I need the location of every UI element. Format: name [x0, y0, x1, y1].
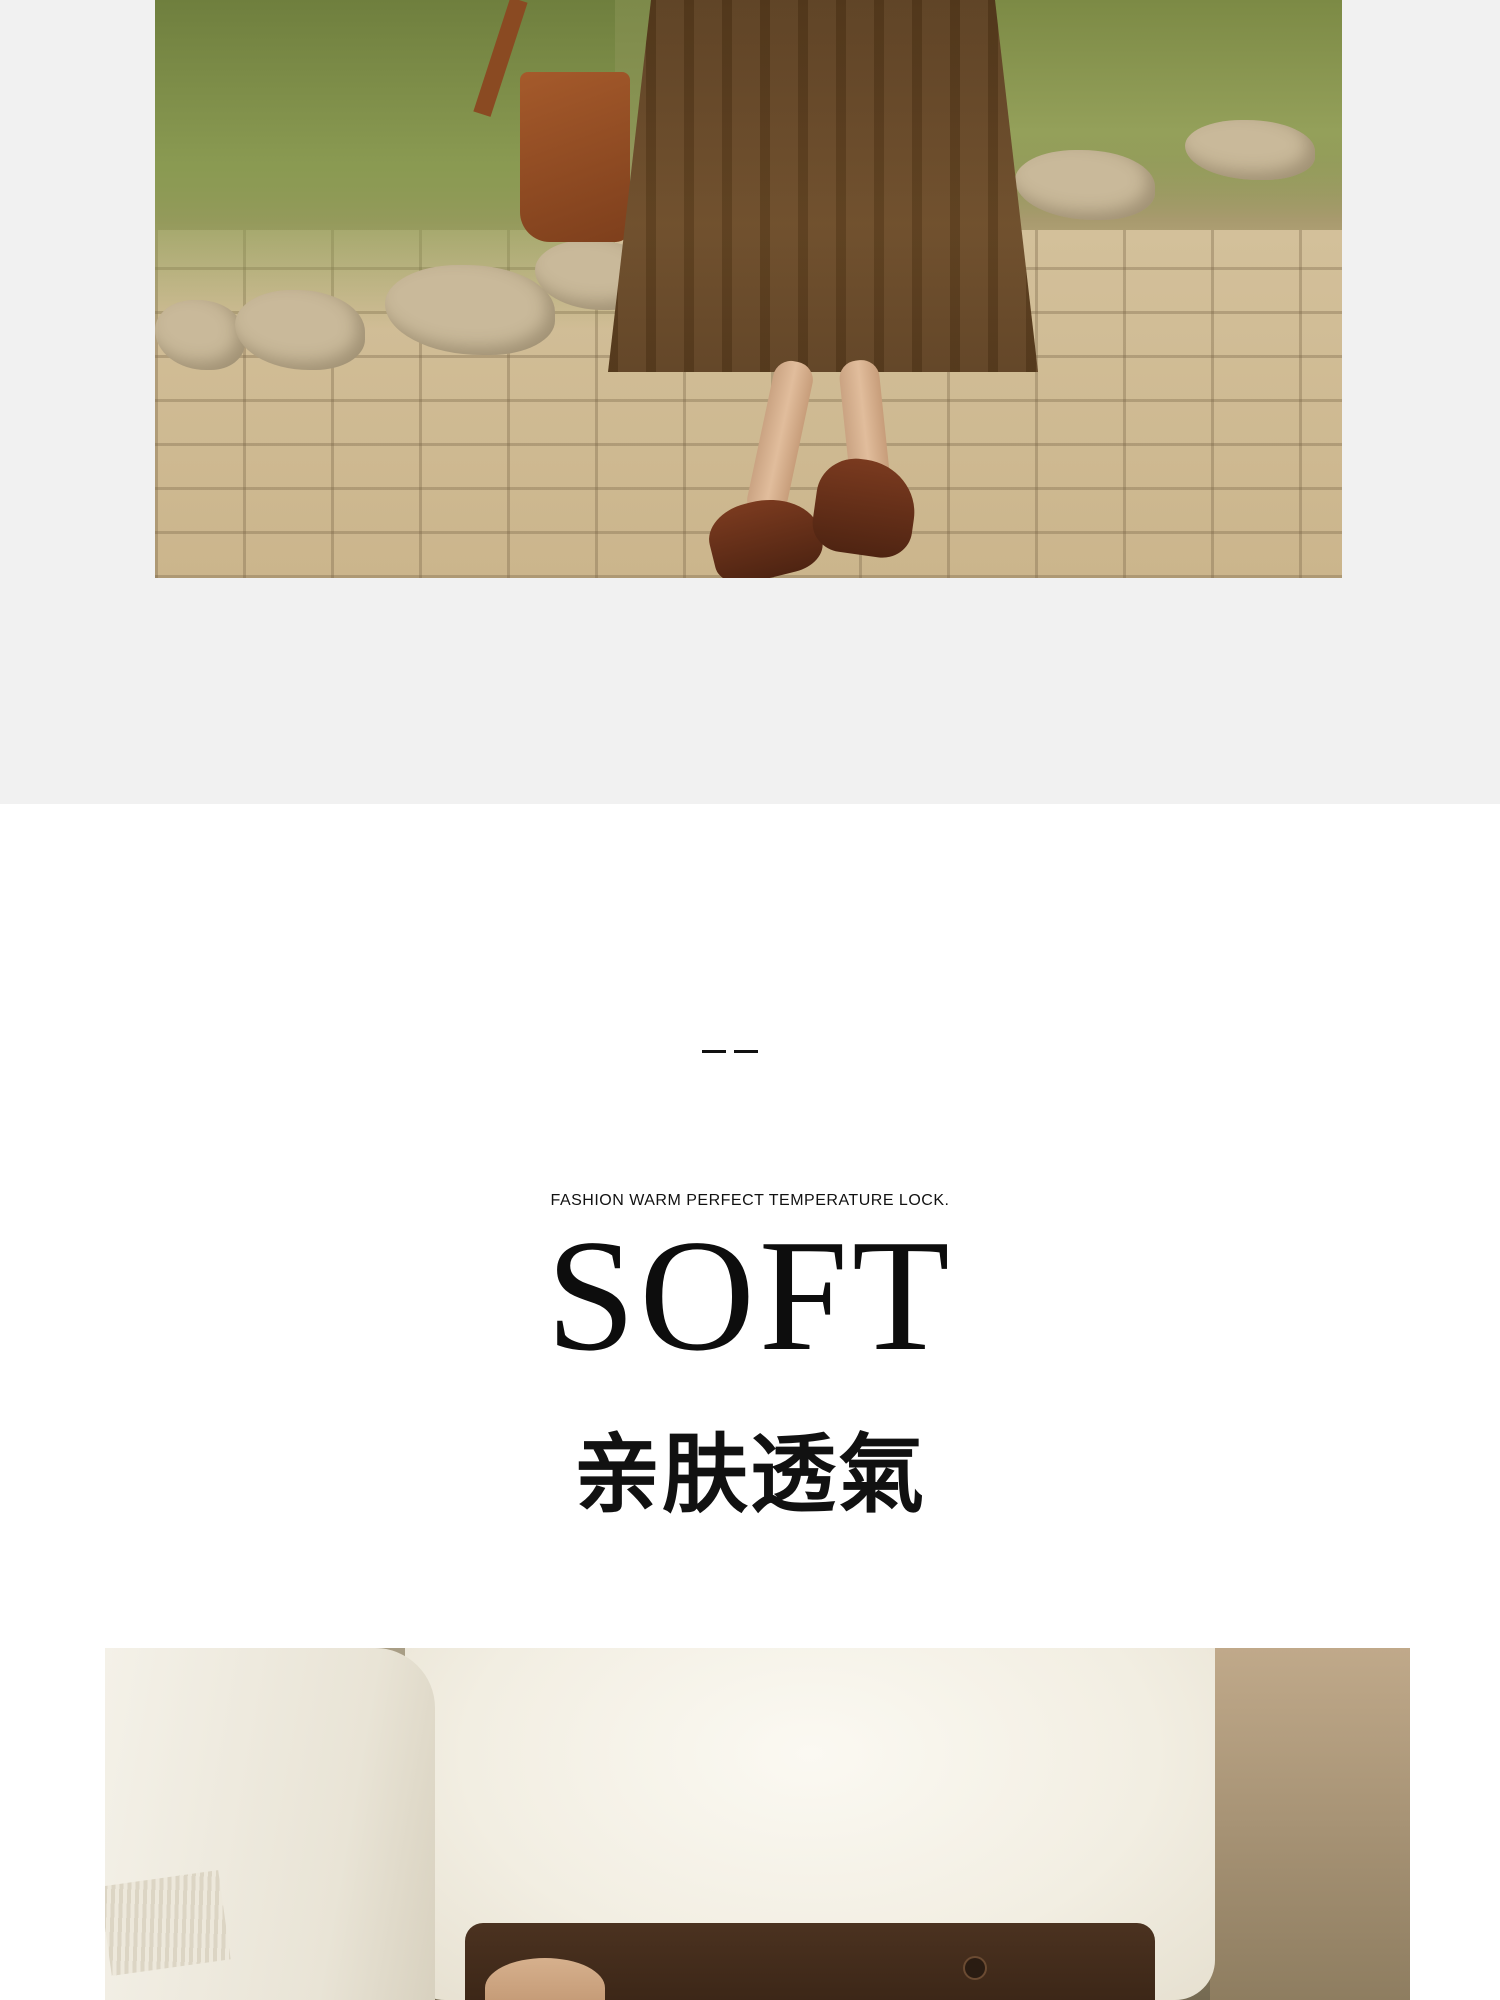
dash — [702, 1050, 726, 1053]
detail-photo-sweater-trousers — [105, 1648, 1410, 2000]
hero-photo-skirt-loafers — [155, 0, 1342, 578]
background-foliage — [1210, 1648, 1410, 2000]
brown-pleated-skirt — [608, 0, 1038, 372]
brown-shoulder-bag — [520, 72, 630, 242]
trouser-button — [965, 1958, 985, 1978]
ribbed-cuff — [105, 1870, 231, 1976]
dash — [734, 1050, 758, 1053]
double-dash-divider — [702, 1050, 758, 1053]
headline-soft: SOFT — [546, 1206, 954, 1384]
subtitle-chinese: 亲肤透氣 — [574, 1425, 926, 1525]
